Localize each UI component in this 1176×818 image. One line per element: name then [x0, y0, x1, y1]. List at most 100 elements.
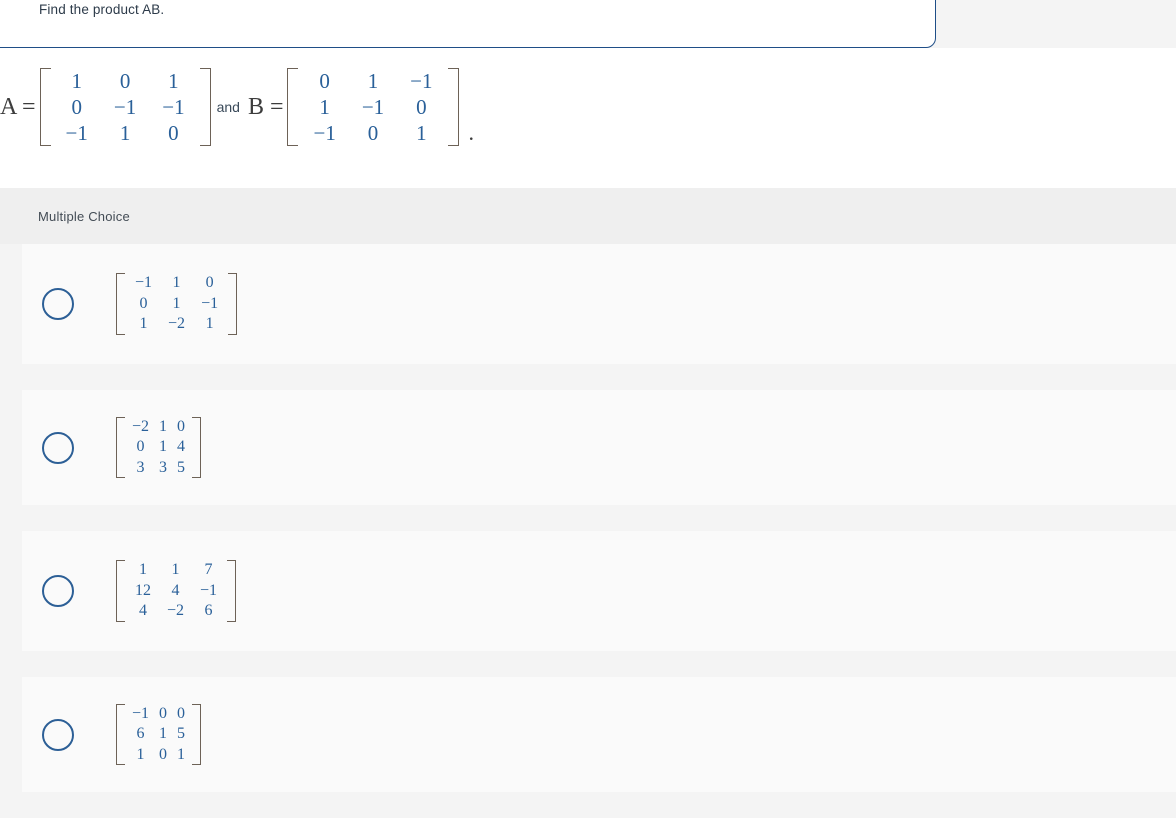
option-matrix-c-cell: −1	[200, 581, 218, 599]
matrix-b-cell: −1	[410, 68, 433, 93]
option-matrix-c-row: 4 −2 6	[127, 601, 225, 621]
matrix-a-cell: −1	[113, 94, 137, 119]
option-right-bracket	[192, 703, 202, 766]
section-label: Multiple Choice	[38, 208, 130, 224]
option-left-bracket	[116, 273, 125, 335]
option-matrix-c-cell: 4	[171, 581, 180, 599]
matrix-a-cell: 1	[119, 121, 131, 146]
answer-option-b[interactable]: −2 1 0 0 1 4 3 3 5	[22, 390, 1176, 505]
option-right-bracket	[227, 560, 237, 622]
option-matrix-c-cell: −2	[167, 602, 185, 620]
option-right-bracket	[228, 273, 238, 335]
radio-button-b[interactable]	[42, 431, 74, 464]
option-matrix-d-cell: 1	[159, 725, 168, 743]
option-matrix-b-cell: 5	[177, 458, 186, 476]
option-matrix-b-cell: −2	[132, 417, 150, 435]
matrix-a-row: −1 1 0	[53, 120, 198, 146]
option-matrix-c-cell: 7	[204, 561, 213, 579]
matrix-a-right-bracket	[199, 67, 211, 147]
matrix-a-cell: 0	[119, 68, 131, 93]
option-matrix-b-cell: 3	[159, 458, 168, 476]
matrix-a: 1 0 1 0 −1 −1 −1 1 0	[39, 67, 211, 147]
option-matrix-d-row: 615	[127, 724, 190, 744]
option-matrix-d-cell: 1	[136, 745, 145, 763]
matrix-b-row: 1 −1 0	[300, 94, 445, 120]
option-matrix-a-cell: 1	[139, 315, 148, 333]
option-matrix-c-cell: 4	[139, 602, 147, 620]
matrix-a-cell: 0	[168, 121, 179, 146]
option-matrix-d-cell: 0	[159, 704, 168, 722]
option-matrix-d-cell: 0	[177, 704, 186, 722]
option-matrix-d-row: −1 0 0	[127, 704, 190, 724]
option-matrix-b-cell: 0	[136, 438, 145, 456]
radio-button-c[interactable]	[42, 575, 74, 607]
option-matrix-c-cell: 1	[139, 561, 147, 579]
matrix-b-row: 0 1 −1	[300, 68, 445, 94]
matrix-b-row: −1 0 1	[300, 120, 445, 146]
option-matrix-c: 1 1 7 12 4 −1 4 −2 6	[116, 560, 237, 622]
question-prompt: Find the product AB.	[39, 2, 165, 17]
option-matrix-a-cell: 0	[139, 294, 148, 312]
option-matrix-b-cell: 1	[159, 438, 168, 456]
option-matrix-b-cell: 1	[159, 417, 168, 435]
matrix-b-label: B =	[247, 93, 284, 120]
matrix-b-cell: 0	[367, 121, 379, 146]
option-matrix-a-row: −1 1 0	[127, 273, 226, 293]
option-matrix-grid: −2 1 0 0 1 4 3 3 5	[127, 417, 190, 478]
option-matrix-b: −2 1 0 0 1 4 3 3 5	[116, 416, 202, 479]
radio-button-a[interactable]	[42, 288, 74, 320]
matrix-b-cell: −1	[313, 121, 336, 146]
matrix-a-cell: 0	[71, 94, 82, 119]
option-matrix-b-row: −2 1 0	[127, 417, 190, 437]
option-matrix-d-cell: 6	[136, 725, 145, 743]
option-matrix-d-cell: 0	[159, 745, 168, 763]
matrix-a-cell: −1	[162, 94, 185, 119]
matrix-a-left-bracket	[39, 67, 51, 147]
option-matrix-c-cell: 1	[171, 561, 180, 579]
option-matrix-d-row: 101	[127, 745, 190, 765]
option-matrix-b-row: 014	[127, 437, 190, 457]
option-matrix-c-row: 12 4 −1	[127, 581, 225, 601]
option-matrix-a-cell: −1	[135, 274, 153, 292]
section-header: Multiple Choice	[0, 188, 1176, 244]
option-matrix-a: −1 1 0 0 1 −1 1 −2 1	[116, 273, 238, 335]
question-card: Find the product AB.	[0, 0, 936, 48]
option-matrix-d: −1 0 0 6 1 5 1 0 1	[116, 703, 202, 766]
matrix-a-grid: 1 0 1 0 −1 −1 −1 1 0	[53, 68, 198, 146]
option-matrix-d-cell: 1	[177, 745, 186, 763]
option-matrix-a-cell: 1	[172, 294, 181, 312]
option-matrix-a-cell: −1	[201, 294, 219, 312]
option-matrix-grid: −1 1 0 0 1 −1 1 −2 1	[127, 273, 226, 334]
matrix-equation-row: A = 1 0 1 0 −1 −1 −1 1 0 and B = 0 1 −1 1 −1 0 −1 0 1 .	[0, 62, 474, 152]
matrix-a-row: 1 0 1	[53, 68, 198, 94]
trailing-period: .	[468, 120, 475, 145]
option-matrix-a-cell: 1	[205, 315, 214, 333]
option-matrix-d-cell: 5	[177, 725, 186, 743]
matrix-connector: and	[216, 99, 240, 115]
matrix-b-cell: 1	[367, 68, 379, 93]
answer-option-a[interactable]: −1 1 0 0 1 −1 1 −2 1	[22, 244, 1176, 364]
option-left-bracket	[116, 703, 125, 766]
matrix-a-cell: 1	[71, 68, 82, 93]
option-matrix-a-cell: −2	[168, 315, 186, 333]
option-left-bracket	[116, 560, 125, 622]
radio-button-d[interactable]	[42, 718, 74, 751]
matrix-b-left-bracket	[287, 67, 299, 147]
option-matrix-b-cell: 3	[136, 458, 145, 476]
matrix-a-cell: −1	[65, 121, 88, 146]
matrix-a-cell: 1	[168, 68, 179, 93]
matrix-b-cell: 1	[416, 121, 427, 146]
matrix-a-label: A =	[0, 93, 36, 120]
matrix-b-right-bracket	[447, 67, 459, 147]
option-matrix-a-cell: 0	[205, 274, 214, 292]
option-matrix-c-row: 1 1 7	[127, 560, 225, 580]
answer-option-c[interactable]: 1 1 7 12 4 −1 4 −2 6	[22, 531, 1176, 651]
option-matrix-b-cell: 4	[177, 438, 186, 456]
matrix-b: 0 1 −1 1 −1 0 −1 0 1	[287, 67, 459, 147]
option-matrix-grid: −1 0 0 6 1 5 1 0 1	[127, 704, 190, 765]
answer-option-d[interactable]: −1 0 0 6 1 5 1 0 1	[22, 677, 1176, 792]
answer-options-list: −1 1 0 0 1 −1 1 −2 1 −2 1 0 0 1 4 3 3 5 1 1 7 12 4 −1 4 −2 6 −1 0 0 6 1…	[0, 244, 1176, 818]
option-matrix-b-cell: 0	[177, 417, 186, 435]
matrix-b-cell: 0	[319, 68, 330, 93]
option-matrix-a-cell: 1	[172, 274, 181, 292]
